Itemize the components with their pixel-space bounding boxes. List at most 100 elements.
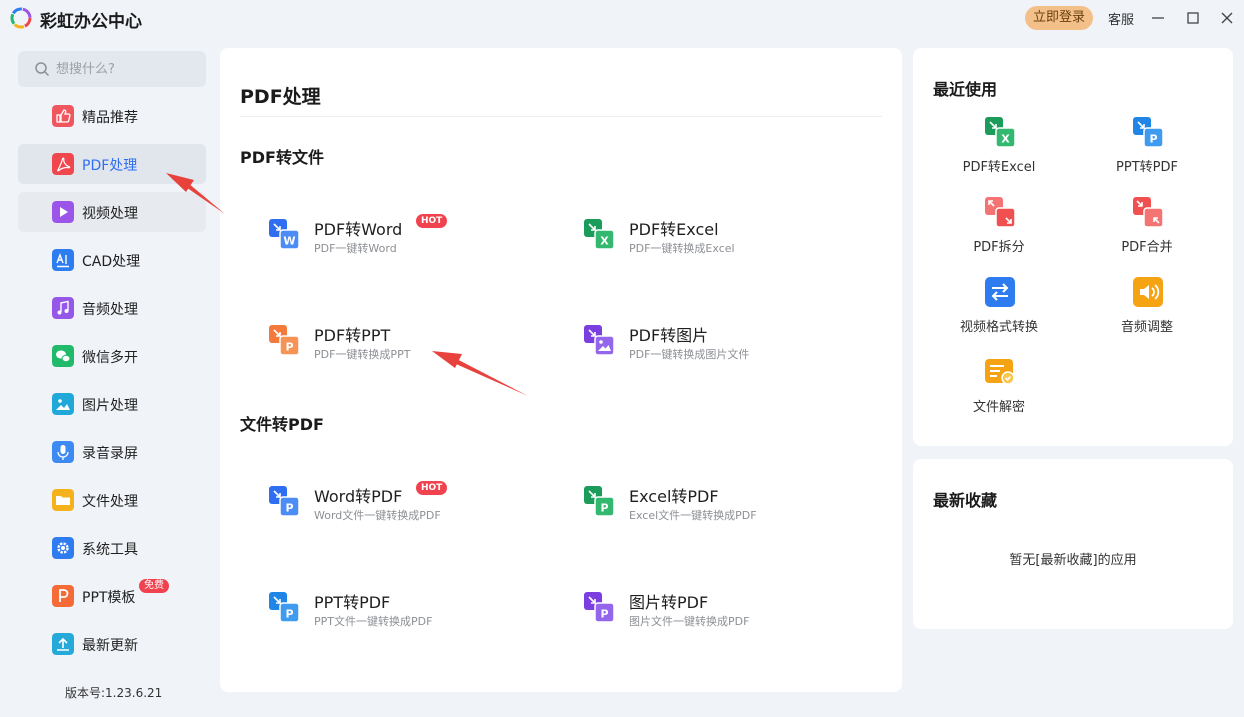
svg-text:P: P xyxy=(285,502,293,515)
recent-item-pdf-to-excel[interactable]: X PDF转Excel xyxy=(934,116,1064,180)
recent-item-pdf-merge[interactable]: PDF合并 xyxy=(1082,196,1212,260)
recent-item-label: 文件解密 xyxy=(972,400,1025,415)
file-decrypt-icon xyxy=(985,359,1015,385)
search-input[interactable] xyxy=(56,58,196,80)
play-icon xyxy=(52,201,74,223)
app-title: 彩虹办公中心 xyxy=(40,12,142,32)
tool-description: PDF一键转换成图片文件 xyxy=(629,348,750,361)
sidebar-item-cad[interactable]: CAD处理 xyxy=(18,240,206,280)
sidebar-item-label: 系统工具 xyxy=(82,542,138,558)
tool-description: PDF一键转Word xyxy=(314,242,397,255)
search-box[interactable] xyxy=(18,51,206,87)
recent-item-video-convert[interactable]: 视频格式转换 xyxy=(934,276,1064,340)
sidebar-item-image[interactable]: 图片处理 xyxy=(18,384,206,424)
pdf-to-ppt-icon: P xyxy=(269,325,300,356)
favorites-empty-text: 暂无[最新收藏]的应用 xyxy=(1009,553,1137,568)
pdf-to-image-icon xyxy=(584,325,615,356)
image-to-pdf-icon: P xyxy=(584,592,615,623)
version-label: 版本号:1.23.6.21 xyxy=(65,686,163,700)
tool-pdf-to-word[interactable]: W PDF转Word HOT PDF一键转Word xyxy=(268,214,558,264)
tool-word-to-pdf[interactable]: P Word转PDF HOT Word文件一键转换成PDF xyxy=(268,481,558,531)
svg-text:P: P xyxy=(1149,133,1157,146)
login-button[interactable]: 立即登录 xyxy=(1025,6,1093,30)
tool-name: PDF转Word xyxy=(314,220,403,239)
pdf-icon xyxy=(52,153,74,175)
main-panel: PDF处理 PDF转文件 W PDF转Word HOT PDF一键转Word X… xyxy=(220,48,902,692)
tool-description: 图片文件一键转换成PDF xyxy=(629,615,750,628)
recent-item-file-decrypt[interactable]: 文件解密 xyxy=(934,356,1064,420)
recent-panel: 最近使用 X PDF转Excel P PPT转PDF PDF拆分 PDF合并 视… xyxy=(913,48,1233,446)
sidebar-item-label: PPT模板 xyxy=(82,590,136,606)
svg-text:P: P xyxy=(600,608,608,621)
sidebar-item-label: 文件处理 xyxy=(82,494,138,510)
free-badge: 免费 xyxy=(139,579,169,593)
sidebar-item-video[interactable]: 视频处理 xyxy=(18,192,206,232)
sidebar-item-ppt[interactable]: PPT模板 免费 xyxy=(18,576,206,616)
svg-text:W: W xyxy=(283,235,295,248)
tool-name: PDF转PPT xyxy=(314,326,391,345)
sidebar-item-file[interactable]: 文件处理 xyxy=(18,480,206,520)
page-title: PDF处理 xyxy=(240,86,321,108)
image-icon xyxy=(52,393,74,415)
recent-item-label: 视频格式转换 xyxy=(959,320,1038,335)
gear-icon xyxy=(52,537,74,559)
svg-text:X: X xyxy=(1001,133,1010,146)
tool-image-to-pdf[interactable]: P 图片转PDF 图片文件一键转换成PDF xyxy=(583,587,873,637)
favorites-panel: 最新收藏 暂无[最新收藏]的应用 xyxy=(913,459,1233,629)
recent-item-ppt-to-pdf[interactable]: P PPT转PDF xyxy=(1082,116,1212,180)
sidebar-item-audio[interactable]: 音频处理 xyxy=(18,288,206,328)
sidebar-item-label: 视频处理 xyxy=(82,206,138,222)
tool-pdf-to-excel[interactable]: X PDF转Excel PDF一键转换成Excel xyxy=(583,214,873,264)
tool-excel-to-pdf[interactable]: P Excel转PDF Excel文件一键转换成PDF xyxy=(583,481,873,531)
music-icon xyxy=(52,297,74,319)
ppt-icon xyxy=(52,585,74,607)
sidebar-item-label: 最新更新 xyxy=(82,638,138,654)
upload-icon xyxy=(52,633,74,655)
title-bar: 彩虹办公中心 立即登录 客服 xyxy=(0,0,1244,36)
sidebar-item-label: 音频处理 xyxy=(82,302,138,318)
tool-ppt-to-pdf[interactable]: P PPT转PDF PPT文件一键转换成PDF xyxy=(268,587,558,637)
sidebar-item-system[interactable]: 系统工具 xyxy=(18,528,206,568)
recent-title: 最近使用 xyxy=(933,80,998,99)
close-icon[interactable] xyxy=(1215,6,1239,30)
svg-text:X: X xyxy=(600,235,609,248)
tool-pdf-to-ppt[interactable]: P PDF转PPT PDF一键转换成PPT xyxy=(268,320,558,370)
tool-pdf-to-image[interactable]: PDF转图片 PDF一键转换成图片文件 xyxy=(583,320,873,370)
svg-text:P: P xyxy=(285,608,293,621)
sidebar-item-pdf[interactable]: PDF处理 xyxy=(18,144,206,184)
recent-item-label: PPT转PDF xyxy=(1116,160,1178,175)
sidebar-item-update[interactable]: 最新更新 xyxy=(18,624,206,664)
maximize-icon[interactable] xyxy=(1181,6,1205,30)
svg-text:P: P xyxy=(600,502,608,515)
tool-name: PPT转PDF xyxy=(314,593,391,612)
sidebar-item-label: CAD处理 xyxy=(82,254,141,270)
tool-description: Word文件一键转换成PDF xyxy=(314,509,441,522)
sidebar-item-wechat[interactable]: 微信多开 xyxy=(18,336,206,376)
thumbs-up-icon xyxy=(52,105,74,127)
ppt-to-pdf-icon: P xyxy=(269,592,300,623)
tool-name: Word转PDF xyxy=(314,487,403,506)
pdf-to-excel-icon: X xyxy=(985,117,1016,148)
hot-badge: HOT xyxy=(416,481,448,495)
sidebar-item-label: 图片处理 xyxy=(82,398,138,414)
recent-item-pdf-split[interactable]: PDF拆分 xyxy=(934,196,1064,260)
sidebar-item-record[interactable]: 录音录屏 xyxy=(18,432,206,472)
sidebar-item-recommend[interactable]: 精品推荐 xyxy=(18,96,206,136)
pdf-to-excel-icon: X xyxy=(584,219,615,250)
sidebar-item-label: 录音录屏 xyxy=(82,446,138,462)
cad-icon xyxy=(52,249,74,271)
tool-description: Excel文件一键转换成PDF xyxy=(629,509,757,522)
recent-item-label: PDF转Excel xyxy=(962,160,1036,175)
recent-item-label: PDF合并 xyxy=(1121,240,1173,255)
pdf-to-word-icon: W xyxy=(269,219,300,250)
minimize-icon[interactable] xyxy=(1146,6,1170,30)
tool-name: PDF转Excel xyxy=(629,220,719,239)
wechat-icon xyxy=(52,345,74,367)
customer-service-link[interactable]: 客服 xyxy=(1108,9,1134,28)
excel-to-pdf-icon: P xyxy=(584,486,615,517)
tool-name: 图片转PDF xyxy=(629,593,709,612)
tool-description: PPT文件一键转换成PDF xyxy=(314,615,433,628)
recent-item-audio-adjust[interactable]: 音频调整 xyxy=(1082,276,1212,340)
tool-description: PDF一键转换成Excel xyxy=(629,242,735,255)
video-convert-icon xyxy=(985,277,1015,307)
